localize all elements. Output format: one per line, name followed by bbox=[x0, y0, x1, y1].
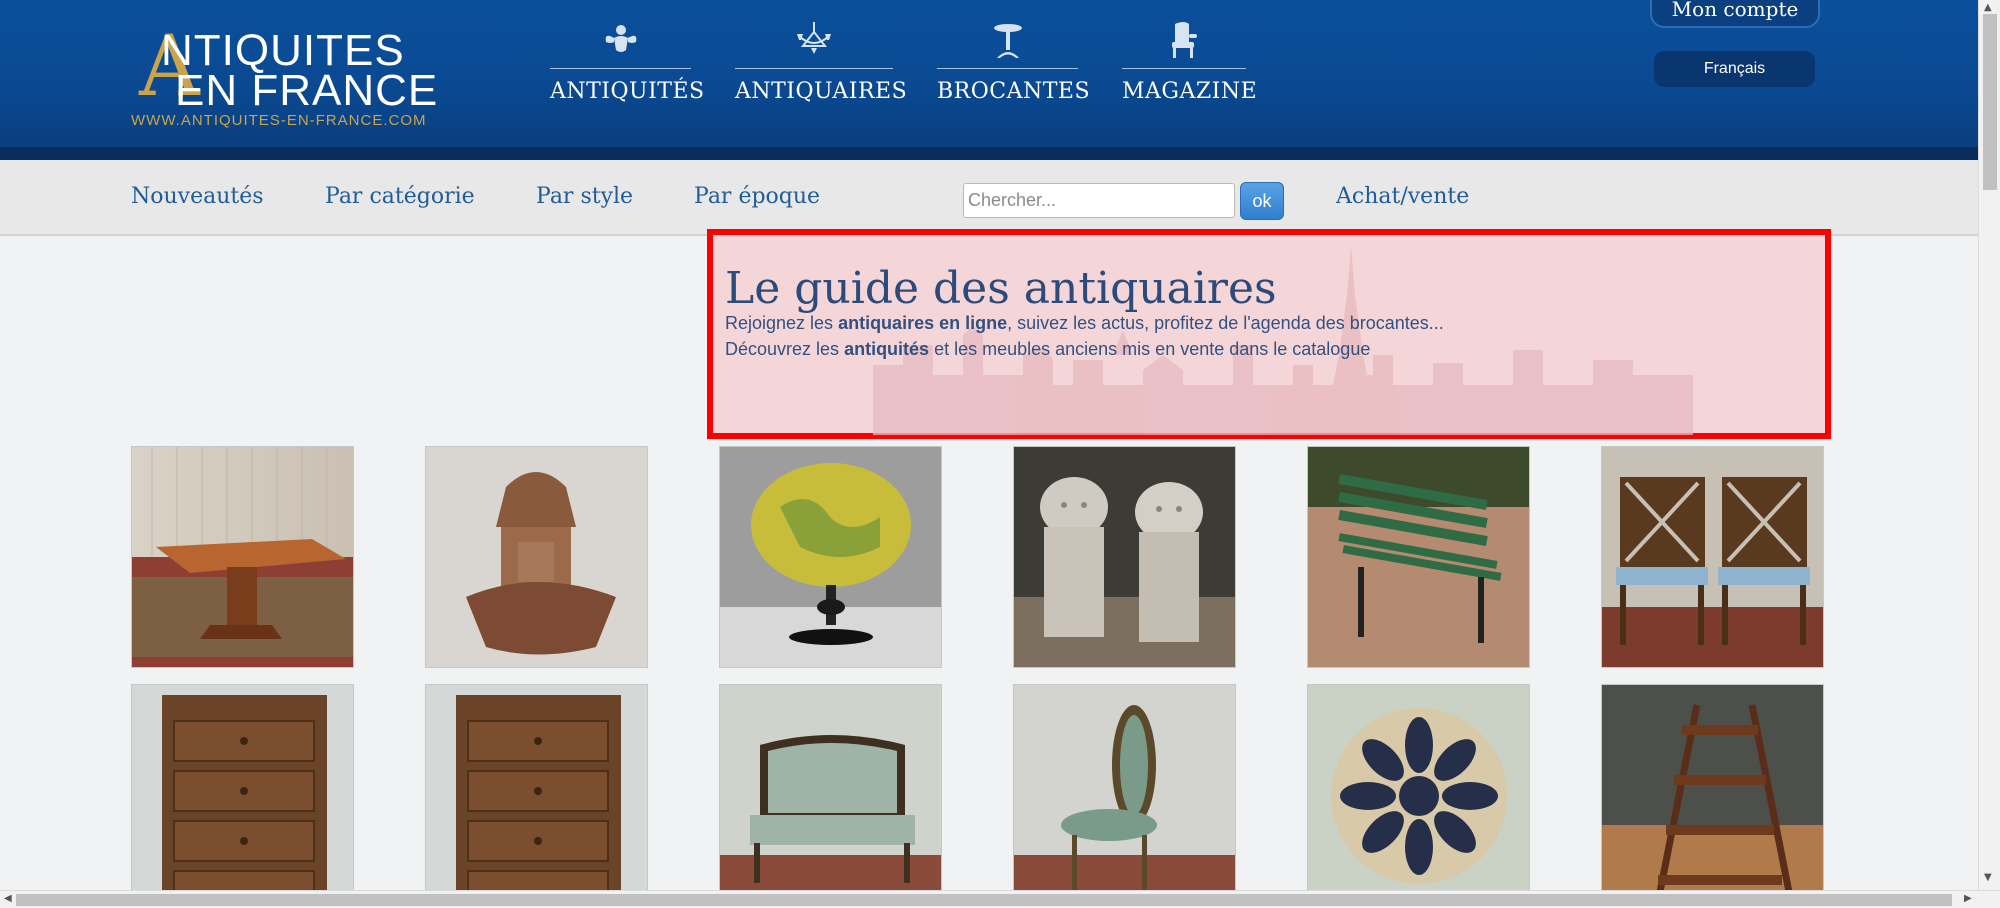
nav-item-antiquites[interactable]: ANTIQUITÉS bbox=[550, 20, 704, 110]
product-thumb-side-chair[interactable] bbox=[1013, 684, 1236, 906]
account-button[interactable]: Mon compte bbox=[1650, 0, 1820, 28]
hero-line-2-text-end: et les meubles anciens mis en vente dans… bbox=[929, 339, 1371, 359]
horizontal-scroll-thumb[interactable] bbox=[16, 894, 1952, 906]
hero-line-1: Rejoignez les antiquaires en ligne, suiv… bbox=[725, 313, 1444, 334]
nav-item-antiquaires[interactable]: ANTIQUAIRES bbox=[735, 20, 907, 110]
hero-line-1-text: Rejoignez les bbox=[725, 313, 839, 333]
search-input[interactable] bbox=[963, 183, 1235, 218]
product-thumb-stone-lions[interactable] bbox=[1013, 446, 1236, 668]
nav-item-label: ANTIQUAIRES bbox=[735, 79, 908, 104]
main-navigation: ANTIQUITÉS ANTIQUAIRES BROCANTES MAGAZIN… bbox=[550, 20, 1257, 110]
scroll-up-icon[interactable]: ▲ bbox=[1984, 2, 1992, 13]
hero-title: Le guide des antiquaires bbox=[725, 263, 1277, 314]
cherub-icon bbox=[550, 20, 691, 68]
nav-item-label: MAGAZINE bbox=[1122, 79, 1258, 104]
horizontal-scrollbar[interactable]: ◀ ▶ bbox=[0, 890, 2000, 908]
product-thumb-library-steps[interactable] bbox=[1601, 684, 1824, 906]
vertical-scrollbar[interactable]: ▲ ▼ bbox=[1978, 0, 2000, 890]
site-logo[interactable]: A NTIQUITES EN FRANCE WWW.ANTIQUITES-EN-… bbox=[131, 24, 441, 130]
hero-line-1-text-end: , suivez les actus, profitez de l'agenda… bbox=[1007, 313, 1444, 333]
product-thumb-pair-of-chairs[interactable] bbox=[1601, 446, 1824, 668]
subnav-achat-vente[interactable]: Achat/vente bbox=[1336, 184, 1469, 209]
subnav-nouveautes[interactable]: Nouveautés bbox=[131, 184, 264, 209]
hero-link-antiquaires-en-ligne[interactable]: antiquaires en ligne bbox=[838, 313, 1007, 333]
scroll-left-icon[interactable]: ◀ bbox=[4, 893, 12, 904]
vertical-scroll-thumb[interactable] bbox=[1983, 14, 1997, 190]
product-thumb-chest-of-drawers[interactable] bbox=[131, 684, 354, 906]
hero-link-antiquites[interactable]: antiquités bbox=[844, 339, 929, 359]
scroll-right-icon[interactable]: ▶ bbox=[1964, 893, 1972, 904]
nav-item-label: ANTIQUITÉS bbox=[550, 79, 705, 104]
product-thumb-octagonal-table[interactable] bbox=[131, 446, 354, 668]
armchair-icon bbox=[1122, 20, 1246, 68]
logo-url: WWW.ANTIQUITES-EN-FRANCE.COM bbox=[131, 112, 427, 129]
hero-line-2-text: Découvrez les bbox=[725, 339, 845, 359]
scroll-down-icon[interactable]: ▼ bbox=[1984, 872, 1992, 883]
subnav-par-categorie[interactable]: Par catégorie bbox=[325, 184, 475, 209]
product-thumb-round-rug[interactable] bbox=[1307, 684, 1530, 906]
product-thumb-wall-fountain[interactable] bbox=[425, 446, 648, 668]
product-thumb-chest-of-drawers-2[interactable] bbox=[425, 684, 648, 906]
nav-item-label: BROCANTES bbox=[937, 79, 1091, 104]
product-thumb-settee[interactable] bbox=[719, 684, 942, 906]
nav-item-magazine[interactable]: MAGAZINE bbox=[1122, 20, 1257, 110]
nav-item-brocantes[interactable]: BROCANTES bbox=[937, 20, 1090, 110]
hero-banner: Le guide des antiquaires Rejoignez les a… bbox=[707, 229, 1831, 439]
language-selector[interactable]: Français bbox=[1654, 51, 1815, 87]
subnav-par-style[interactable]: Par style bbox=[536, 184, 633, 209]
pedestal-table-icon bbox=[937, 20, 1078, 68]
subnav-par-epoque[interactable]: Par époque bbox=[694, 184, 820, 209]
product-thumb-garden-bench[interactable] bbox=[1307, 446, 1530, 668]
search-ok-button[interactable]: ok bbox=[1240, 182, 1284, 220]
header-bottom-band bbox=[0, 147, 2000, 160]
chandelier-icon bbox=[735, 20, 893, 68]
hero-line-2: Découvrez les antiquités et les meubles … bbox=[725, 339, 1370, 360]
logo-line-2: EN FRANCE bbox=[175, 66, 439, 115]
product-thumb-globe[interactable] bbox=[719, 446, 942, 668]
